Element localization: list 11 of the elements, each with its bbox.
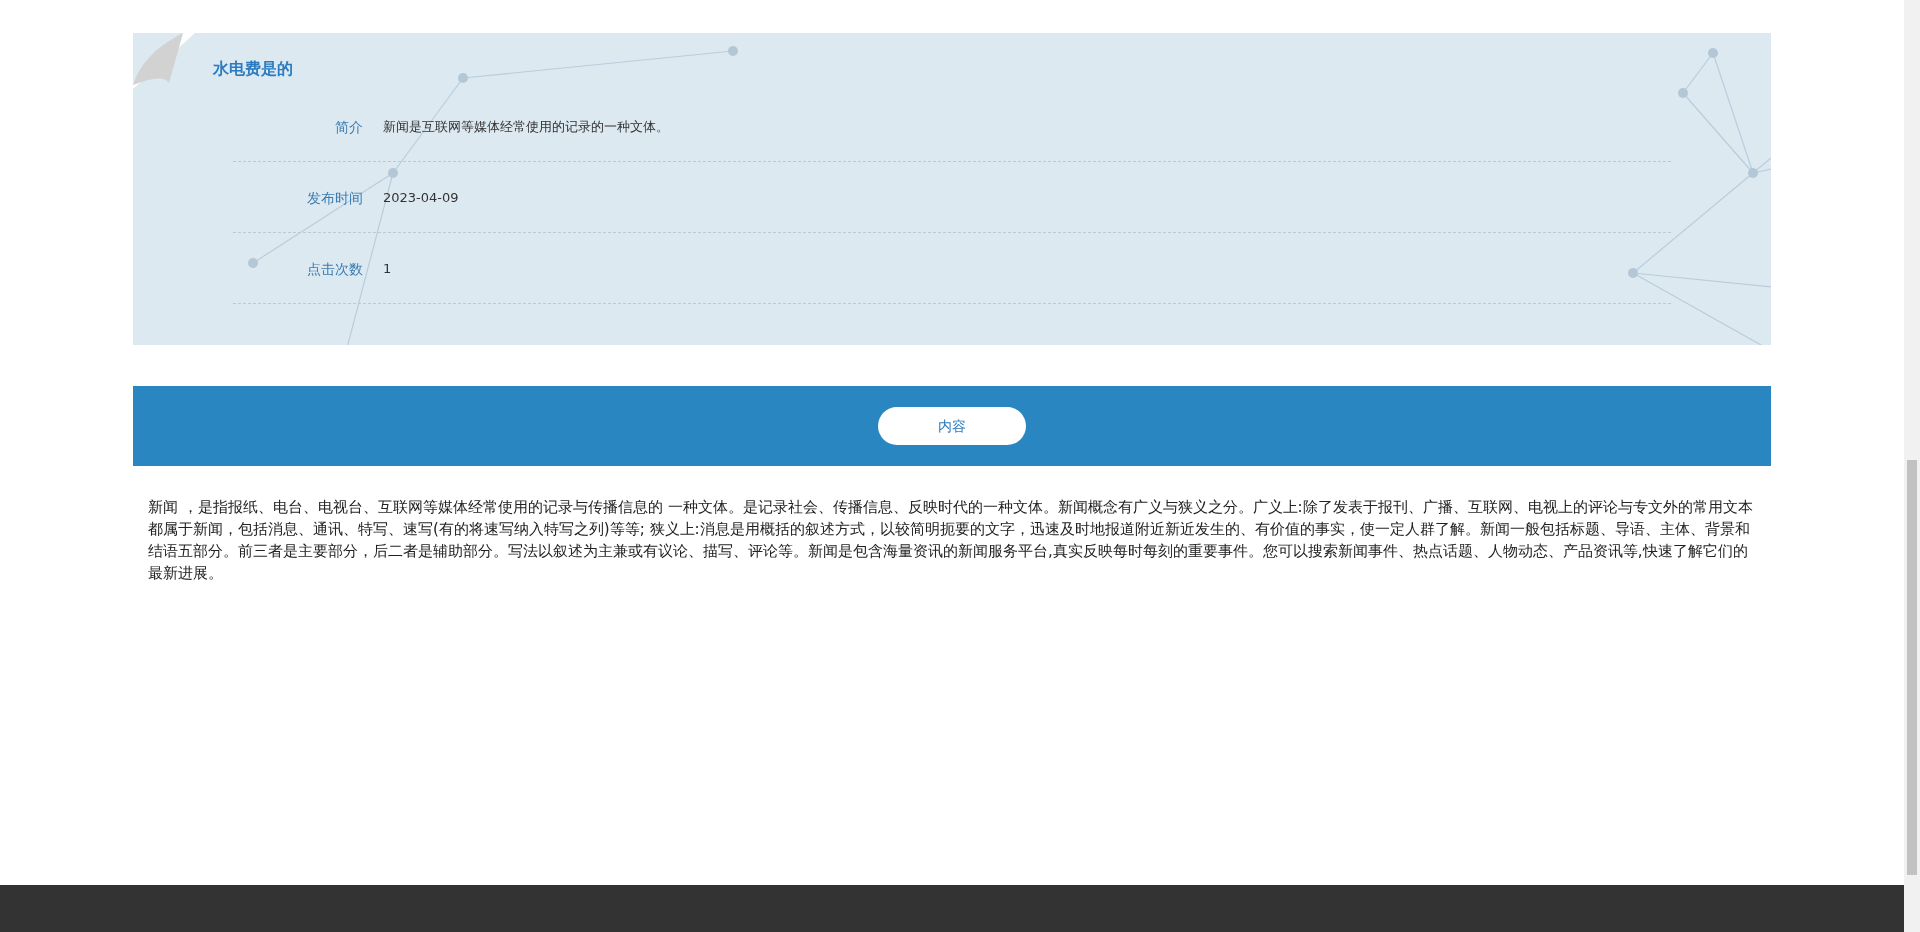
field-value: 1 bbox=[383, 260, 392, 279]
card-title: 水电费是的 bbox=[213, 58, 294, 80]
field-value: 新闻是互联网等媒体经常使用的记录的一种文体。 bbox=[383, 118, 669, 137]
field-label: 点击次数 bbox=[306, 259, 363, 279]
field-value: 2023-04-09 bbox=[383, 189, 459, 208]
field-label: 发布时间 bbox=[306, 188, 363, 208]
field-label: 简介 bbox=[334, 117, 363, 137]
page-curl-icon bbox=[133, 33, 195, 89]
content-paragraph: 新闻 ，是指报纸、电台、电视台、互联网等媒体经常使用的记录与传播信息的 一种文体。是记录社会、传播信息、反映时代的一种文体。新闻概念有广义与狭义之分。广义上:除了发表于报刊、广播、互联网、电视上的评论与专文外的常用文本都属于新闻，包括消息、通讯、特写、速写(有的将速写纳入特写之列)等等; 狭义上:消息是用概括的叙述方式，以较简明扼要的文字，迅速及时地报道附近新近发生的、有价值的事实，使一定人群了解。新闻一般包括标题、导语、主体、背景和结语五部分。前三者是主要部分，后二者是辅助部分。写法以叙述为主兼或有议论、描写、评论等。新闻是包含海量资讯的新闻服务平台,真实反映每时每刻的重要事件。您可以搜索新闻事件、热点话题、人物动态、产品资讯等,快速了解它们的最新进展。 bbox=[147, 497, 1754, 584]
content-tab-button[interactable]: 内容 bbox=[878, 407, 1026, 445]
scrollbar-thumb[interactable] bbox=[1907, 460, 1917, 875]
